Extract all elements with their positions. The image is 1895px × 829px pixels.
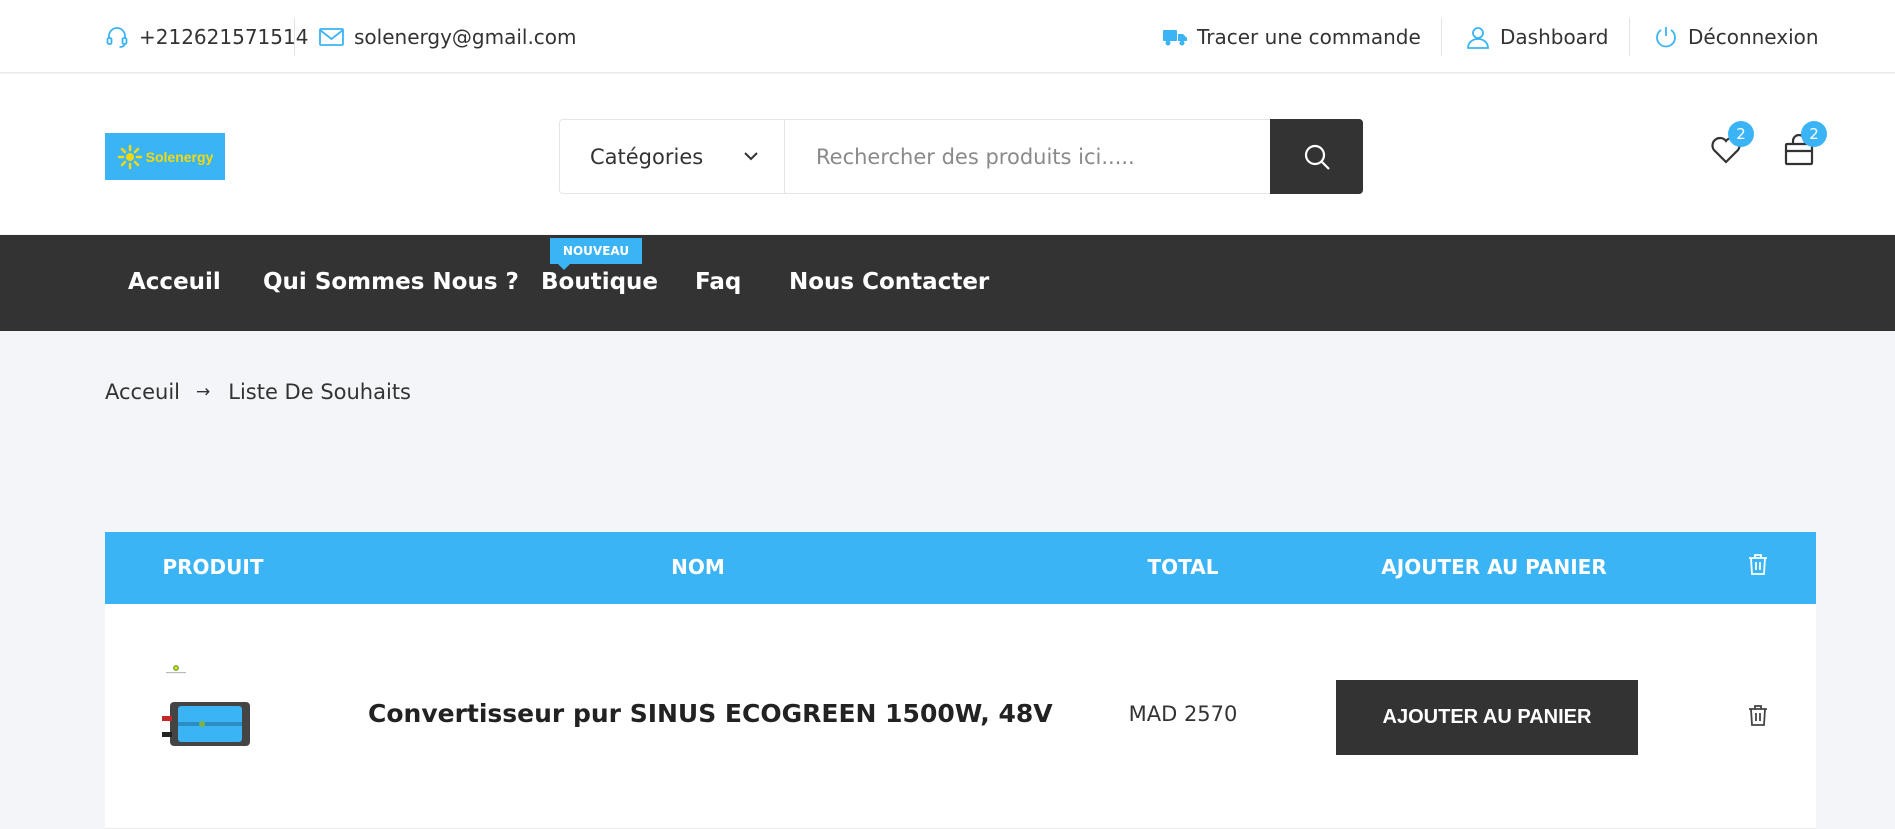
- headset-icon: [106, 27, 128, 48]
- logout-label: Déconnexion: [1688, 25, 1819, 49]
- categories-select[interactable]: Catégories: [560, 120, 785, 193]
- product-name[interactable]: Convertisseur pur SINUS ECOGREEN 1500W, …: [368, 699, 1053, 728]
- arrow-right-icon: →: [196, 382, 211, 402]
- breadcrumb: Acceuil → Liste De Souhaits: [105, 380, 411, 404]
- nav-item-contact[interactable]: Nous Contacter: [789, 269, 989, 295]
- wishlist-count-badge: 2: [1728, 121, 1754, 147]
- power-icon: [1656, 27, 1676, 48]
- logo-text: Solenergy: [145, 148, 214, 165]
- site-header: Solenergy Catégories 2 2: [0, 74, 1895, 234]
- breadcrumb-current: Liste De Souhaits: [228, 380, 411, 404]
- product-image[interactable]: [160, 664, 260, 764]
- divider: [1629, 18, 1630, 56]
- logo[interactable]: Solenergy: [105, 133, 225, 180]
- breadcrumb-home[interactable]: Acceuil: [105, 380, 180, 404]
- wishlist-table: PRODUIT NOM TOTAL AJOUTER AU PANIER Conv…: [105, 532, 1816, 829]
- sun-icon: [117, 144, 142, 169]
- divider: [1441, 18, 1442, 56]
- table-header: PRODUIT NOM TOTAL AJOUTER AU PANIER: [105, 532, 1816, 604]
- logout-link[interactable]: Déconnexion: [1654, 22, 1819, 52]
- nav-item-faq[interactable]: Faq: [695, 269, 741, 295]
- envelope-icon: [319, 28, 344, 46]
- dashboard-label: Dashboard: [1500, 25, 1609, 49]
- column-header-add-to-cart: AJOUTER AU PANIER: [1381, 555, 1607, 579]
- main-nav: Acceuil Qui Sommes Nous ? NOUVEAU Boutiq…: [0, 235, 1895, 331]
- column-header-product: PRODUIT: [162, 555, 264, 579]
- dashboard-link[interactable]: Dashboard: [1466, 22, 1609, 52]
- categories-label: Catégories: [590, 144, 704, 169]
- nav-item-about[interactable]: Qui Sommes Nous ?: [263, 269, 519, 295]
- new-badge: NOUVEAU: [550, 238, 642, 270]
- search-button[interactable]: [1270, 119, 1363, 194]
- cart-button[interactable]: 2: [1779, 121, 1827, 170]
- search-input[interactable]: [786, 120, 1271, 193]
- chevron-down-icon: [744, 152, 758, 161]
- top-bar: +212621571514 solenergy@gmail.com Tracer…: [0, 0, 1895, 73]
- column-header-name: NOM: [671, 555, 725, 579]
- track-order-label: Tracer une commande: [1197, 25, 1421, 49]
- divider: [294, 18, 295, 56]
- nav-item-home[interactable]: Acceuil: [128, 269, 221, 295]
- table-row: Convertisseur pur SINUS ECOGREEN 1500W, …: [105, 604, 1816, 829]
- column-header-total: TOTAL: [1147, 555, 1219, 579]
- phone-number: +212621571514: [139, 25, 309, 49]
- cart-count-badge: 2: [1801, 121, 1827, 147]
- trash-icon[interactable]: [1748, 704, 1768, 726]
- phone-contact[interactable]: +212621571514: [105, 22, 308, 52]
- nav-item-shop[interactable]: Boutique: [541, 269, 658, 295]
- truck-icon: [1163, 30, 1187, 46]
- track-order-link[interactable]: Tracer une commande: [1163, 22, 1421, 52]
- user-icon: [1467, 27, 1489, 49]
- email-address: solenergy@gmail.com: [354, 25, 577, 49]
- add-to-cart-button[interactable]: AJOUTER AU PANIER: [1336, 680, 1638, 755]
- wishlist-button[interactable]: 2: [1706, 121, 1754, 170]
- trash-icon[interactable]: [1748, 553, 1768, 575]
- email-contact[interactable]: solenergy@gmail.com: [319, 22, 577, 52]
- search-bar: Catégories: [559, 119, 1363, 194]
- search-icon: [1304, 144, 1330, 170]
- product-total: MAD 2570: [1128, 702, 1238, 726]
